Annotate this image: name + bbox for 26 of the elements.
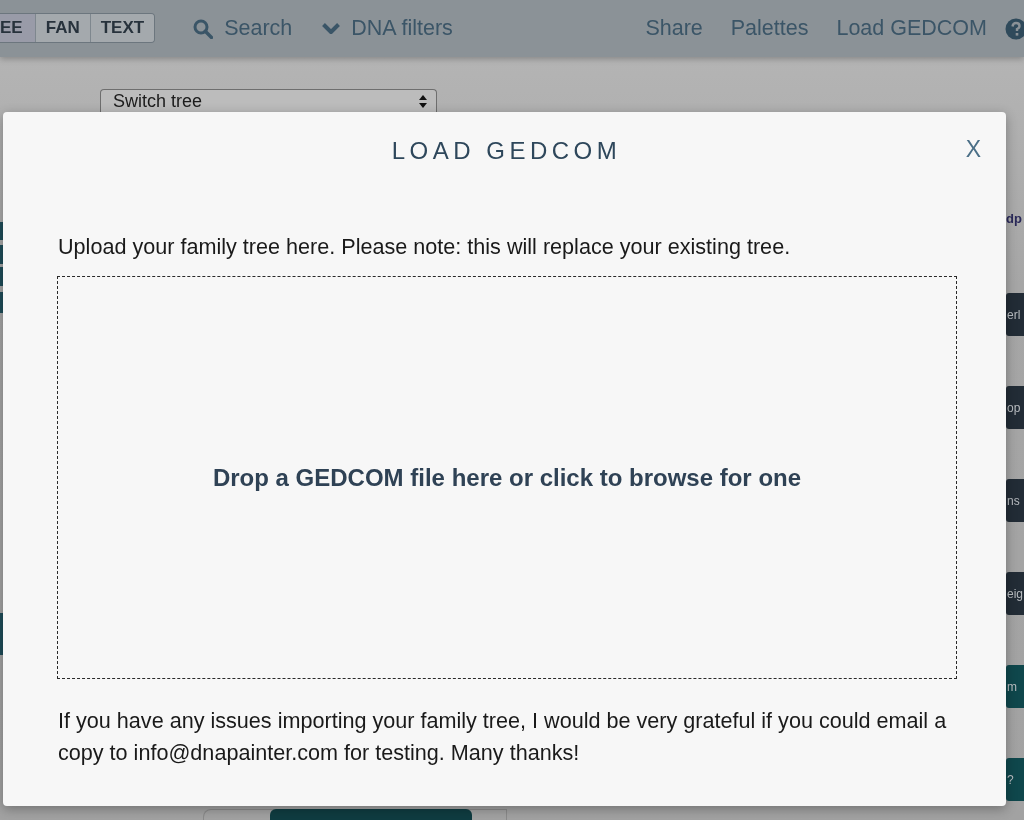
dialog-intro: Upload your family tree here. Please note: this will replace your existing tree. <box>58 234 792 260</box>
view-tab[interactable]: TEXT <box>89 14 155 42</box>
view-tab[interactable]: EE <box>0 14 35 42</box>
side-tab[interactable] <box>0 222 3 240</box>
side-button[interactable]: eig <box>1006 572 1024 615</box>
side-button[interactable]: erl <box>1006 293 1024 336</box>
tree-select[interactable]: Switch tree <box>100 89 437 112</box>
help-icon[interactable] <box>1005 17 1024 40</box>
side-button[interactable]: op <box>1006 386 1024 429</box>
sort-arrows-icon <box>419 95 427 108</box>
chevron-icon <box>321 22 342 35</box>
dialog-title: LOAD GEDCOM <box>391 136 622 166</box>
view-tab[interactable]: FAN <box>34 14 90 42</box>
side-tab[interactable] <box>0 267 3 286</box>
side-tab[interactable] <box>0 613 3 655</box>
drop-zone[interactable]: Drop a GEDCOM file here or click to browse for one <box>57 276 957 679</box>
action-button[interactable] <box>270 809 472 820</box>
side-label: dp <box>1006 210 1023 228</box>
search-icon <box>193 18 214 39</box>
close-button[interactable]: X <box>963 135 983 163</box>
side-tab[interactable] <box>0 292 3 313</box>
side-button[interactable]: ns <box>1006 479 1024 522</box>
side-button[interactable]: ? <box>1006 758 1024 801</box>
side-tab[interactable] <box>0 245 3 264</box>
side-button[interactable]: m <box>1006 665 1024 708</box>
dialog-note: If you have any issues importing your family tree, I would be very grateful if you could email a copy to info@dnapainter.com for testing. Many thanks! <box>58 707 948 767</box>
